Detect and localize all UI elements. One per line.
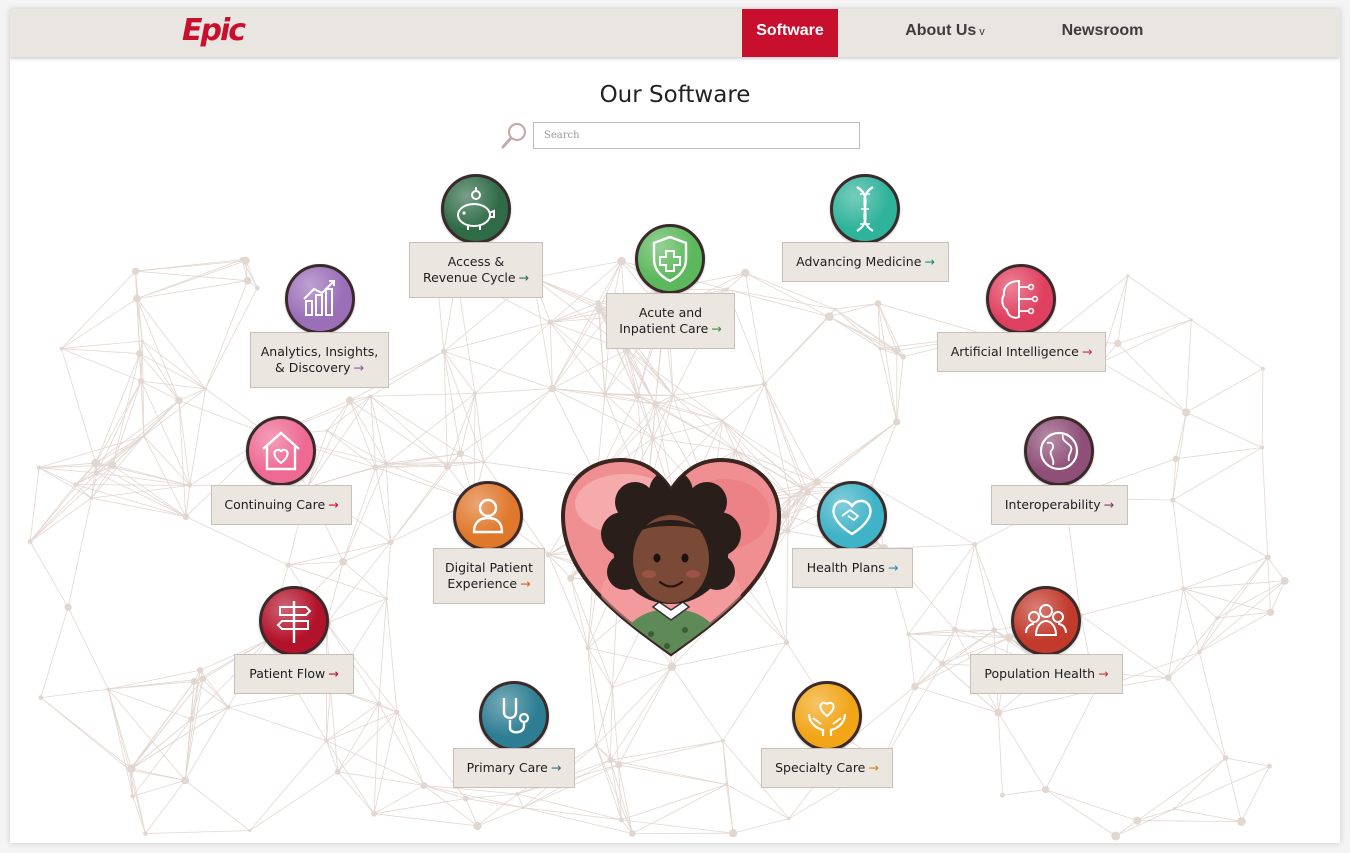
chart-label-button[interactable]: Analytics, Insights, & Discovery → — [250, 332, 389, 388]
arrow-right-icon: → — [328, 497, 339, 512]
label-line-1: Digital Patient — [444, 560, 534, 575]
top-navigation-bar: Epic Software About Us v Newsroom — [10, 9, 1340, 57]
chart-icon — [303, 280, 335, 316]
label-text: Acute and Inpatient Care → — [619, 305, 722, 337]
nav-newsroom[interactable]: Newsroom — [1050, 9, 1155, 57]
label-text: Interoperability → — [1005, 497, 1114, 513]
label-line-1: Continuing Care — [224, 497, 326, 512]
arrow-right-icon: → — [550, 760, 562, 775]
hands-heart-icon — [807, 701, 847, 736]
house-heart-icon — [262, 431, 300, 471]
arrow-right-icon: → — [1081, 344, 1093, 359]
label-line-2: Revenue Cycle → — [422, 270, 530, 285]
search-icon — [501, 122, 527, 149]
label-text: Specialty Care → — [775, 760, 879, 776]
shield-cross-icon — [652, 235, 688, 283]
handshake-heart-icon — [832, 499, 872, 536]
person-circle-button[interactable] — [453, 481, 523, 551]
signpost-icon — [276, 601, 312, 643]
chart-circle-button[interactable] — [285, 264, 355, 334]
heart-child-illustration — [560, 457, 782, 657]
globe-circle-button[interactable] — [1024, 416, 1094, 486]
signpost-label-button[interactable]: Patient Flow → — [234, 654, 354, 694]
label-line-1: Patient Flow — [249, 666, 326, 681]
label-line-1: Advancing Medicine — [796, 254, 922, 269]
label-text: Patient Flow → — [249, 666, 339, 682]
label-line-1: Acute and — [638, 305, 703, 320]
handshake-heart-label-button[interactable]: Health Plans → — [792, 548, 913, 588]
piggy-bank-icon — [457, 187, 495, 230]
label-text: Access & Revenue Cycle → — [423, 254, 529, 286]
label-line-1: Interoperability — [1004, 497, 1101, 512]
arrow-right-icon: → — [328, 666, 339, 681]
arrow-right-icon: → — [1103, 497, 1115, 512]
epic-logo[interactable]: Epic — [182, 13, 246, 48]
stethoscope-icon — [502, 698, 530, 734]
nav-software[interactable]: Software — [742, 9, 838, 57]
arrow-right-icon: → — [353, 360, 364, 375]
person-icon — [472, 498, 504, 534]
nav-about-us-label: About Us — [905, 22, 977, 39]
globe-label-button[interactable]: Interoperability → — [991, 485, 1128, 525]
label-line-1: Specialty Care — [775, 760, 866, 775]
label-text: Population Health → — [984, 666, 1108, 682]
arrow-right-icon: → — [711, 321, 722, 336]
label-text: Advancing Medicine → — [796, 254, 935, 270]
chevron-down-icon: v — [979, 26, 985, 38]
house-heart-label-button[interactable]: Continuing Care → — [211, 485, 352, 525]
label-text: Digital Patient Experience → — [445, 560, 533, 592]
label-line-2: & Discovery → — [275, 360, 364, 375]
arrow-right-icon: → — [868, 760, 879, 775]
label-text: Health Plans → — [807, 560, 899, 576]
stethoscope-circle-button[interactable] — [479, 681, 549, 751]
brain-circuit-icon — [1001, 279, 1039, 319]
handshake-heart-circle-button[interactable] — [817, 481, 887, 551]
people-group-label-button[interactable]: Population Health → — [970, 654, 1123, 694]
stethoscope-label-button[interactable]: Primary Care → — [453, 748, 575, 788]
label-line-1: Health Plans — [806, 560, 885, 575]
shield-cross-circle-button[interactable] — [635, 224, 705, 294]
dna-label-button[interactable]: Advancing Medicine → — [782, 242, 949, 282]
label-line-1: Analytics, Insights, — [260, 344, 379, 359]
label-line-1: Artificial Intelligence — [950, 344, 1079, 359]
arrow-right-icon: → — [518, 270, 530, 285]
hands-heart-circle-button[interactable] — [792, 681, 862, 751]
label-text: Analytics, Insights, & Discovery → — [261, 344, 379, 376]
nav-about-us[interactable]: About Us v — [890, 9, 1000, 57]
label-line-2: Inpatient Care → — [619, 321, 722, 336]
globe-icon — [1039, 431, 1079, 471]
nav-newsroom-label: Newsroom — [1061, 22, 1144, 39]
page-title: Our Software — [599, 82, 751, 108]
people-group-circle-button[interactable] — [1011, 586, 1081, 656]
page-frame: Epic Software About Us v Newsroom Our Sof… — [10, 9, 1340, 843]
brain-circuit-circle-button[interactable] — [986, 264, 1056, 334]
dna-circle-button[interactable] — [830, 174, 900, 244]
signpost-circle-button[interactable] — [259, 586, 329, 656]
arrow-right-icon: → — [520, 576, 531, 591]
shield-cross-label-button[interactable]: Acute and Inpatient Care → — [606, 293, 735, 349]
arrow-right-icon: → — [887, 560, 899, 575]
nav-software-label: Software — [756, 22, 824, 39]
person-label-button[interactable]: Digital Patient Experience → — [433, 548, 545, 604]
label-text: Continuing Care → — [224, 497, 338, 513]
piggy-bank-circle-button[interactable] — [441, 174, 511, 244]
search-input[interactable] — [533, 122, 860, 149]
people-group-icon — [1025, 604, 1067, 636]
label-line-2: Experience → — [447, 576, 531, 591]
brain-circuit-label-button[interactable]: Artificial Intelligence → — [937, 332, 1106, 372]
arrow-right-icon: → — [1098, 666, 1109, 681]
label-text: Primary Care → — [467, 760, 562, 776]
arrow-right-icon: → — [924, 254, 935, 269]
label-text: Artificial Intelligence → — [951, 344, 1093, 360]
label-line-1: Access & — [447, 254, 505, 269]
hands-heart-label-button[interactable]: Specialty Care → — [761, 748, 893, 788]
label-line-1: Population Health — [984, 666, 1096, 681]
piggy-bank-label-button[interactable]: Access & Revenue Cycle → — [409, 242, 543, 298]
house-heart-circle-button[interactable] — [246, 416, 316, 486]
dna-icon — [856, 186, 874, 232]
label-line-1: Primary Care — [466, 760, 548, 775]
